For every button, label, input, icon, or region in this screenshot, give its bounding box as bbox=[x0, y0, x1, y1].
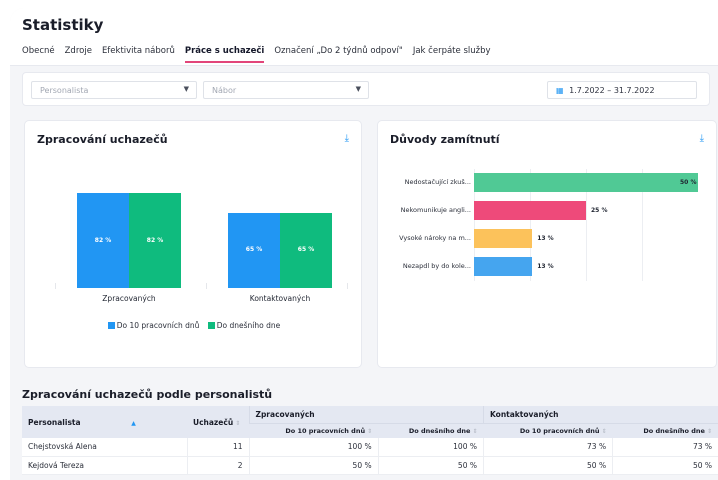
sort-ascending-icon: ▲ bbox=[131, 419, 136, 427]
reason-bar[interactable] bbox=[474, 201, 586, 220]
personalista-select-placeholder: Personalista bbox=[40, 86, 89, 95]
sort-icon: ⇕ bbox=[367, 428, 373, 435]
reason-label: Vysoké nároky na m... bbox=[399, 234, 471, 242]
category-label: Kontaktovaných bbox=[249, 294, 311, 303]
bar-value-label: 65 % bbox=[297, 246, 315, 254]
chevron-down-icon: ▼ bbox=[183, 85, 189, 93]
rejection-reasons-card: Důvody zamítnutí ⤓ Nedostačující zkuš...… bbox=[377, 120, 717, 368]
legend-item-today[interactable]: Do dnešního dne bbox=[217, 321, 280, 330]
axis-tick bbox=[206, 283, 207, 289]
tab-obecne[interactable]: Obecné bbox=[22, 46, 55, 63]
processing-bar-chart: 82 % 82 % Zpracovaných 65 % 65 % Kontaktovaný… bbox=[25, 121, 363, 369]
column-header-k-10-days[interactable]: Do 10 pracovních dnů ⇕ bbox=[483, 423, 613, 438]
download-icon[interactable]: ⤓ bbox=[700, 133, 704, 144]
reason-value-label: 25 % bbox=[591, 207, 608, 214]
reason-bar[interactable] bbox=[474, 257, 533, 276]
table-row[interactable]: Kejdová Tereza 2 50 % 50 % 50 % 50 % bbox=[22, 456, 718, 475]
column-header-uchazecu[interactable]: Uchazečů ⇕ bbox=[187, 406, 249, 438]
personalist-table-title: Zpracování uchazečů podle personalistů bbox=[22, 388, 273, 401]
cell-uchazecu: 11 bbox=[186, 438, 249, 457]
reason-value-label: 13 % bbox=[537, 263, 554, 270]
cell-z-10-days: 100 % bbox=[248, 438, 379, 457]
processing-chart-card: Zpracování uchazečů ⤓ 82 % 82 % Zpracovaný… bbox=[24, 120, 362, 368]
column-group-zpracovanych: Zpracovaných bbox=[248, 406, 484, 424]
column-group-kontaktovanych: Kontaktovaných bbox=[482, 406, 718, 424]
tab-zdroje[interactable]: Zdroje bbox=[65, 46, 92, 63]
column-header-k-10-days-label: Do 10 pracovních dnů bbox=[519, 427, 600, 435]
category-label: Zpracovaných bbox=[102, 294, 156, 303]
nabor-select-placeholder: Nábor bbox=[212, 86, 237, 95]
reason-bar[interactable] bbox=[474, 173, 698, 192]
legend-item-10-days[interactable]: Do 10 pracovních dnů bbox=[117, 321, 200, 330]
personalista-select[interactable]: Personalista ▼ bbox=[31, 81, 197, 99]
date-range-value: 1.7.2022 – 31.7.2022 bbox=[569, 86, 655, 95]
cell-k-10-days: 50 % bbox=[482, 456, 613, 475]
nabor-select[interactable]: Nábor ▼ bbox=[203, 81, 369, 99]
cell-z-today: 100 % bbox=[377, 438, 484, 457]
date-range-picker[interactable]: ▦ 1.7.2022 – 31.7.2022 bbox=[547, 81, 697, 99]
processing-chart-legend: Do 10 pracovních dnů Do dnešního dne bbox=[25, 321, 363, 330]
chevron-down-icon: ▼ bbox=[355, 85, 361, 93]
calendar-icon: ▦ bbox=[556, 86, 564, 95]
cell-personalista: Kejdová Tereza bbox=[22, 456, 187, 475]
page-title: Statistiky bbox=[22, 16, 104, 34]
cell-uchazecu: 2 bbox=[186, 456, 249, 475]
cell-k-today: 50 % bbox=[612, 456, 718, 475]
column-header-z-today[interactable]: Do dnešního dne ⇕ bbox=[378, 423, 484, 438]
legend-swatch-blue bbox=[107, 322, 115, 329]
column-header-personalista[interactable]: Personalista ▲ bbox=[22, 406, 187, 438]
cell-k-10-days: 73 % bbox=[482, 438, 613, 457]
cell-z-today: 50 % bbox=[377, 456, 484, 475]
filter-bar: Personalista ▼ Nábor ▼ ▦ 1.7.2022 – 31.7… bbox=[22, 72, 710, 106]
app-frame: Statistiky Obecné Zdroje Efektivita nábo… bbox=[10, 8, 718, 480]
column-header-k-today-label: Do dnešního dne bbox=[643, 427, 705, 435]
tab-oznaceni-do-2-tydnu[interactable]: Označení „Do 2 týdnů odpoví" bbox=[274, 46, 403, 63]
tab-jak-cerpate-sluzby[interactable]: Jak čerpáte služby bbox=[413, 46, 491, 63]
tab-efektivita-naboru[interactable]: Efektivita náborů bbox=[102, 46, 175, 63]
sort-icon: ⇕ bbox=[472, 428, 478, 435]
sort-icon: ⇕ bbox=[235, 419, 241, 427]
column-header-uchazecu-label: Uchazečů bbox=[193, 417, 234, 427]
sort-icon: ⇕ bbox=[706, 428, 712, 435]
sort-icon: ⇕ bbox=[601, 428, 607, 435]
column-header-z-10-days[interactable]: Do 10 pracovních dnů ⇕ bbox=[249, 423, 379, 438]
table-row[interactable]: Chejstovská Alena 11 100 % 100 % 73 % 73… bbox=[22, 438, 718, 457]
reason-value-label: 13 % bbox=[537, 235, 554, 242]
column-header-k-today[interactable]: Do dnešního dne ⇕ bbox=[612, 423, 718, 438]
axis-tick bbox=[347, 283, 348, 289]
cell-z-10-days: 50 % bbox=[248, 456, 379, 475]
rejection-reasons-title: Důvody zamítnutí bbox=[390, 133, 500, 146]
reason-label: Nezapdl by do kole... bbox=[402, 262, 471, 270]
legend-swatch-green bbox=[207, 322, 215, 329]
bar-value-label: 65 % bbox=[245, 246, 263, 254]
header: Statistiky Obecné Zdroje Efektivita nábo… bbox=[10, 8, 718, 66]
cell-personalista: Chejstovská Alena bbox=[22, 438, 187, 457]
column-header-personalista-label: Personalista bbox=[28, 417, 81, 427]
bar-value-label: 82 % bbox=[94, 236, 112, 244]
tab-bar: Obecné Zdroje Efektivita náborů Práce s … bbox=[22, 46, 491, 63]
tab-prace-s-uchazeci[interactable]: Práce s uchazeči bbox=[184, 46, 265, 63]
column-header-z-10-days-label: Do 10 pracovních dnů bbox=[285, 427, 366, 435]
reason-bar[interactable] bbox=[474, 229, 533, 248]
reason-label: Nekomunikuje angli... bbox=[400, 206, 471, 214]
bar-value-label: 82 % bbox=[146, 236, 164, 244]
reason-label: Nedostačující zkuš... bbox=[404, 178, 471, 186]
cell-k-today: 73 % bbox=[612, 438, 718, 457]
axis-tick bbox=[55, 283, 56, 289]
reason-value-label: 50 % bbox=[680, 179, 697, 186]
column-header-z-today-label: Do dnešního dne bbox=[408, 427, 471, 435]
personalist-table: Personalista ▲ Uchazečů ⇕ Zpracovaných Ko… bbox=[22, 406, 718, 475]
